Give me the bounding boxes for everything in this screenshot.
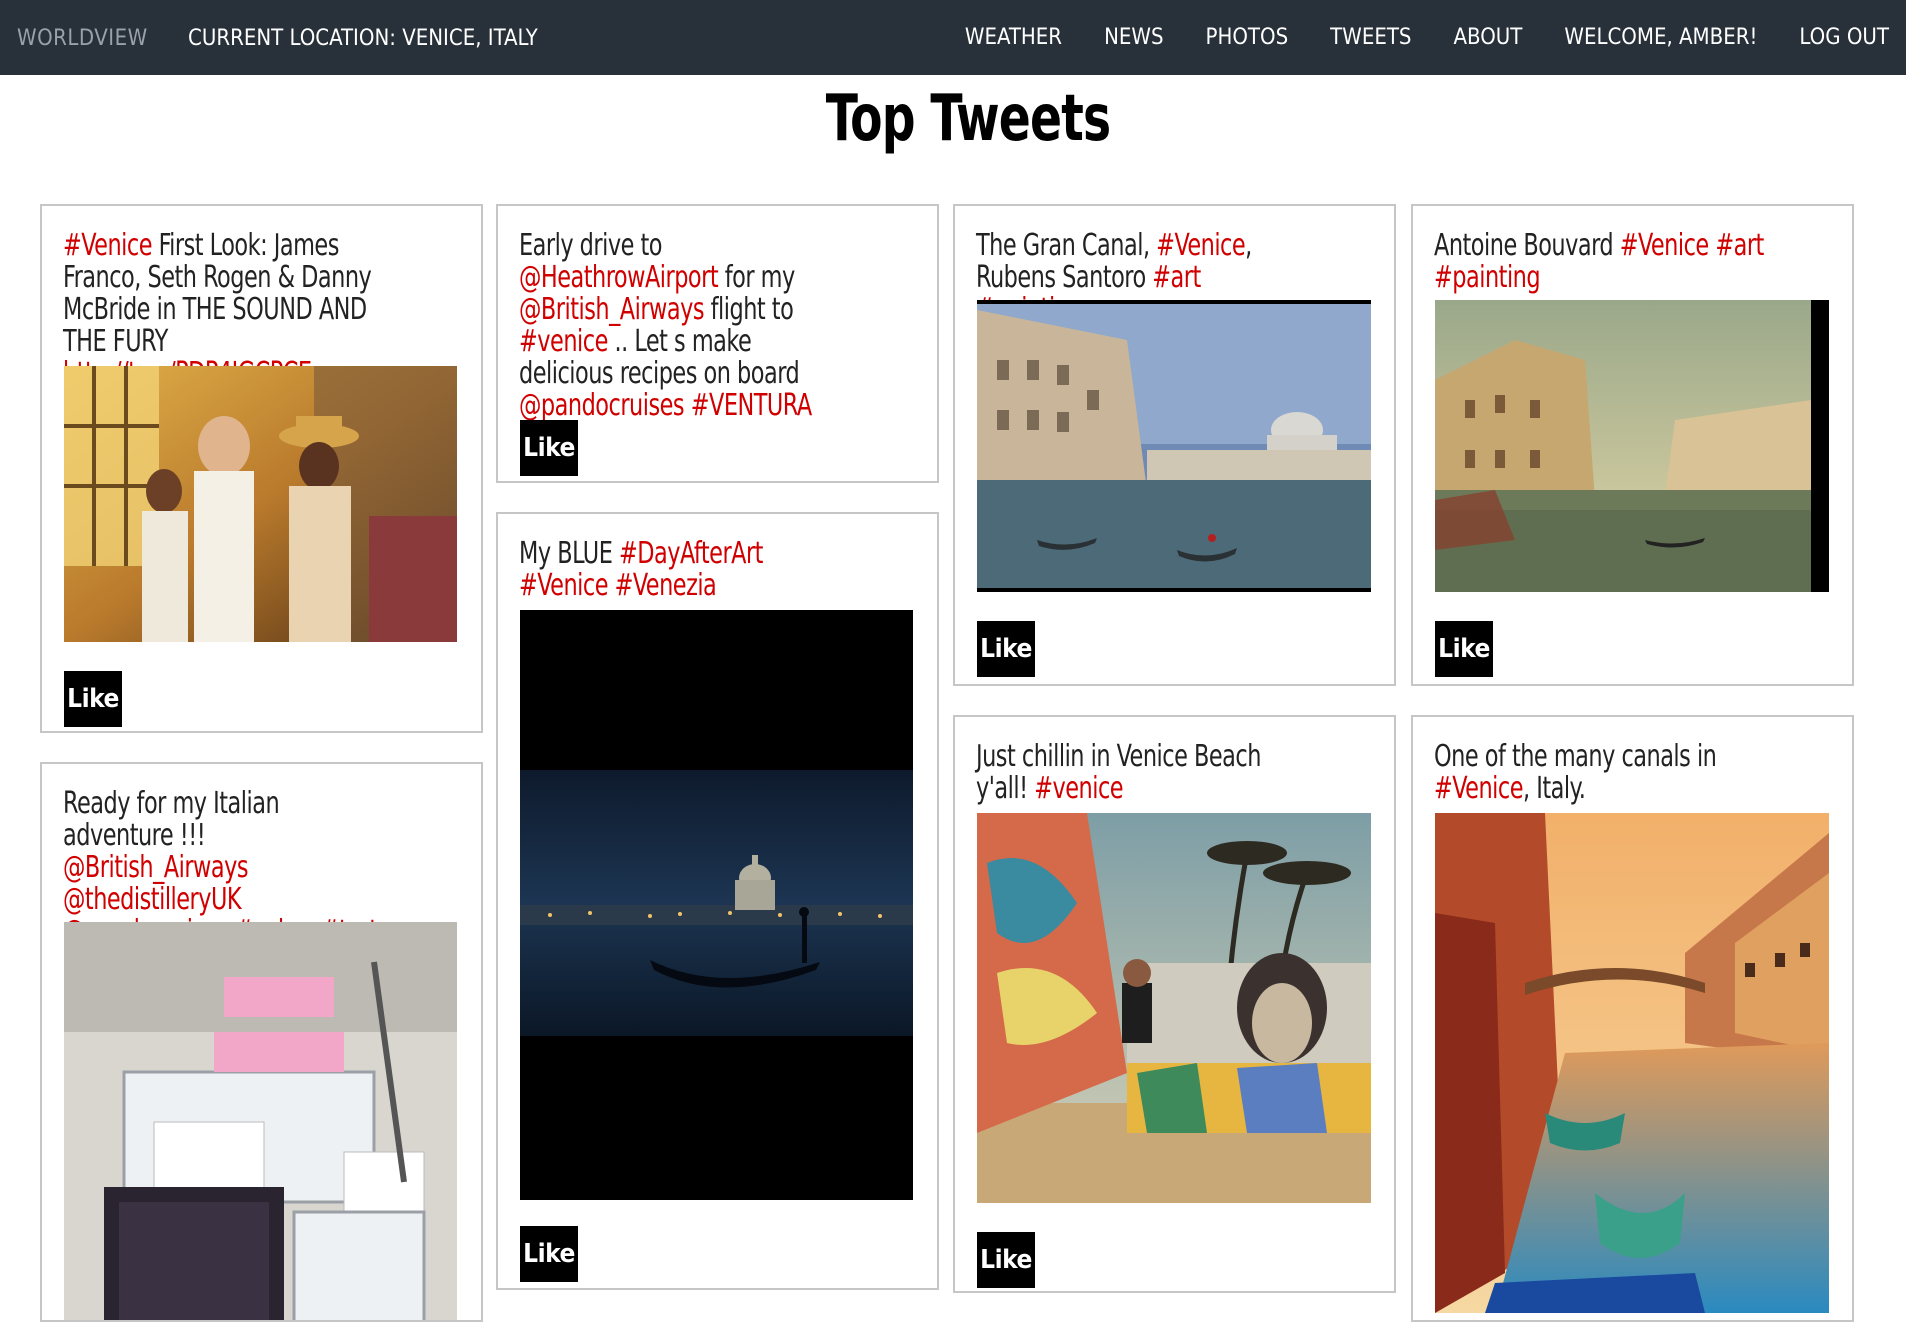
- tweet-text-segment: Early drive to: [519, 228, 662, 263]
- mention-link[interactable]: @HeathrowAirport: [519, 260, 719, 295]
- tweet-text: My BLUE #DayAfterArt #Venice #Venezia: [519, 538, 851, 602]
- like-button[interactable]: Like: [1435, 621, 1493, 677]
- page-title: Top Tweets: [825, 82, 1111, 156]
- like-button[interactable]: Like: [64, 671, 122, 727]
- nav-photos[interactable]: PHOTOS: [1206, 25, 1289, 50]
- nav-menu: WEATHER NEWS PHOTOS TWEETS ABOUT WELCOME…: [923, 0, 1906, 75]
- tweet-text: One of the many canals in #Venice, Italy…: [1434, 741, 1766, 805]
- tweet-text-segment: One of the many canals in: [1434, 739, 1717, 774]
- tweet-text-segment: [684, 388, 691, 423]
- tweet-card: My BLUE #DayAfterArt #Venice #Venezia Li…: [496, 512, 939, 1290]
- tweet-card: Ready for my Italian adventure !!! @Brit…: [40, 762, 483, 1322]
- nav-about[interactable]: ABOUT: [1453, 25, 1522, 50]
- tweet-photo[interactable]: [520, 610, 913, 1200]
- nav-tweets[interactable]: TWEETS: [1330, 25, 1411, 50]
- tweet-card: One of the many canals in #Venice, Italy…: [1411, 715, 1854, 1322]
- nav-news[interactable]: NEWS: [1104, 25, 1163, 50]
- tweet-photo[interactable]: [1435, 813, 1829, 1313]
- hashtag-link[interactable]: #Venice: [519, 568, 608, 603]
- tweet-text-segment: My BLUE: [519, 536, 619, 571]
- top-navbar: WORLDVIEW CURRENT LOCATION: VENICE, ITAL…: [0, 0, 1906, 75]
- tweet-photo[interactable]: [64, 922, 457, 1320]
- tweet-text-segment: for my: [718, 260, 795, 295]
- mention-link[interactable]: @thedistilleryUK: [63, 882, 242, 917]
- nav-weather[interactable]: WEATHER: [965, 25, 1062, 50]
- tweet-text-segment: , Italy.: [1522, 771, 1586, 806]
- tweet-text-segment: [1709, 228, 1716, 263]
- tweet-text-segment: Ready for my Italian adventure !!!: [63, 786, 280, 853]
- nav-logout[interactable]: LOG OUT: [1799, 25, 1889, 50]
- tweet-card: Just chillin in Venice Beach y'all! #ven…: [953, 715, 1396, 1293]
- hashtag-link[interactable]: #VENTURA: [691, 388, 812, 423]
- hashtag-link[interactable]: #Venezia: [615, 568, 717, 603]
- hashtag-link[interactable]: #venice: [1034, 771, 1123, 806]
- brand-link[interactable]: WORLDVIEW: [17, 26, 148, 51]
- hashtag-link[interactable]: #Venice: [1434, 771, 1523, 806]
- tweet-text: Just chillin in Venice Beach y'all! #ven…: [976, 741, 1308, 805]
- hashtag-link[interactable]: #art: [1152, 260, 1201, 295]
- tweet-card: Antoine Bouvard #Venice #art #painting L…: [1411, 204, 1854, 686]
- tweet-photo[interactable]: [1435, 300, 1829, 592]
- tweet-text: Antoine Bouvard #Venice #art #painting: [1434, 230, 1766, 294]
- current-location: CURRENT LOCATION: VENICE, ITALY: [188, 26, 538, 51]
- tweet-photo[interactable]: [977, 300, 1371, 592]
- tweet-text: Early drive to @HeathrowAirport for my @…: [519, 230, 851, 422]
- hashtag-link[interactable]: #Venice: [1156, 228, 1245, 263]
- tweet-photo[interactable]: [64, 366, 457, 642]
- nav-welcome-user[interactable]: WELCOME, AMBER!: [1564, 25, 1757, 50]
- tweet-text-segment: flight to: [704, 292, 794, 327]
- mention-link[interactable]: @British_Airways: [63, 850, 249, 885]
- tweet-card: The Gran Canal, #Venice, Rubens Santoro …: [953, 204, 1396, 686]
- like-button[interactable]: Like: [520, 1226, 578, 1282]
- hashtag-link[interactable]: #DayAfterArt: [619, 536, 763, 571]
- mention-link[interactable]: @pandocruises: [519, 388, 685, 423]
- like-button[interactable]: Like: [977, 621, 1035, 677]
- hashtag-link[interactable]: #art: [1715, 228, 1764, 263]
- tweet-photo[interactable]: [977, 813, 1371, 1203]
- hashtag-link[interactable]: #Venice: [1620, 228, 1709, 263]
- tweet-card: Early drive to @HeathrowAirport for my @…: [496, 204, 939, 483]
- hashtag-link[interactable]: #venice: [519, 324, 608, 359]
- tweet-card: #Venice First Look: James Franco, Seth R…: [40, 204, 483, 733]
- tweet-text-segment: Antoine Bouvard: [1434, 228, 1620, 263]
- like-button[interactable]: Like: [977, 1232, 1035, 1288]
- hashtag-link[interactable]: #painting: [1434, 260, 1541, 295]
- tweet-text-segment: The Gran Canal,: [976, 228, 1157, 263]
- hashtag-link[interactable]: #Venice: [63, 228, 152, 263]
- mention-link[interactable]: @British_Airways: [519, 292, 705, 327]
- like-button[interactable]: Like: [520, 420, 578, 476]
